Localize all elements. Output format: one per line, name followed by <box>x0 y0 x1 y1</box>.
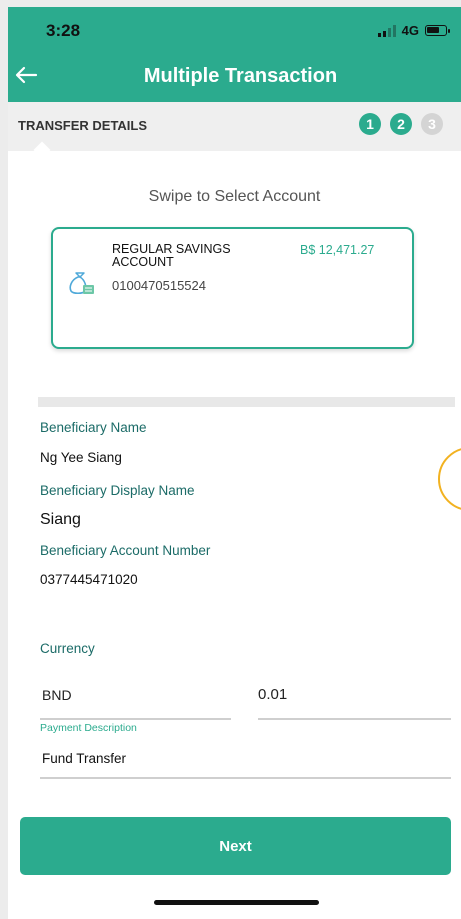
swipe-instruction: Swipe to Select Account <box>148 188 321 205</box>
payment-description-field[interactable]: Fund Transfer <box>42 751 126 766</box>
description-underline <box>40 777 451 779</box>
home-indicator <box>154 900 319 905</box>
currency-underline <box>40 718 231 720</box>
account-card[interactable]: REGULAR SAVINGS ACCOUNT 0100470515524 B$… <box>51 227 414 349</box>
account-name: REGULAR SAVINGS ACCOUNT <box>112 242 231 269</box>
payment-description-label: Payment Description <box>40 722 137 734</box>
beneficiary-name-value: Ng Yee Siang <box>40 450 122 465</box>
currency-label: Currency <box>40 641 95 656</box>
beneficiary-account-number-label: Beneficiary Account Number <box>40 543 211 558</box>
step-header: TRANSFER DETAILS 1 2 3 <box>8 102 461 159</box>
amount-underline <box>258 718 451 720</box>
section-divider <box>38 397 455 407</box>
beneficiary-account-number-value: 0377445471020 <box>40 572 138 587</box>
next-button[interactable]: Next <box>20 817 451 875</box>
account-balance: B$ 12,471.27 <box>300 243 375 257</box>
step-3: 3 <box>421 113 443 135</box>
section-title: TRANSFER DETAILS <box>18 118 148 133</box>
step-indicator: 1 2 3 <box>359 113 443 135</box>
beneficiary-display-name-label: Beneficiary Display Name <box>40 483 195 498</box>
signal-icon <box>377 24 396 37</box>
currency-field[interactable]: BND <box>42 687 72 703</box>
step-2: 2 <box>390 113 412 135</box>
beneficiary-name-label: Beneficiary Name <box>40 420 147 435</box>
notch-indicator <box>33 141 51 159</box>
money-bag-icon <box>69 272 94 295</box>
network-type: 4G <box>401 23 419 38</box>
battery-icon <box>425 25 450 36</box>
app-header: 3:28 4G Multiple Transaction <box>8 7 461 102</box>
page-title: Multiple Transaction <box>143 65 338 87</box>
beneficiary-display-name-value: Siang <box>40 511 81 528</box>
highlight-ring <box>438 447 461 511</box>
status-indicators: 4G <box>377 23 450 38</box>
step-1: 1 <box>359 113 381 135</box>
phone-screen: 3:28 4G Multiple Transaction TRANSFER DE… <box>8 7 461 919</box>
account-number: 0100470515524 <box>112 278 206 293</box>
status-time: 3:28 <box>46 21 81 40</box>
amount-field[interactable]: 0.01 <box>258 686 287 703</box>
